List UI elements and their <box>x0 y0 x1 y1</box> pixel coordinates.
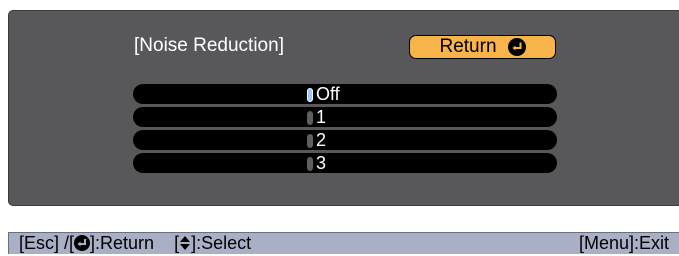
return-button-label: Return <box>439 36 497 57</box>
option-off[interactable]: Off <box>133 84 557 104</box>
menu-title: [Noise Reduction] <box>134 35 284 56</box>
noise-reduction-panel: [Noise Reduction] Return Off 1 2 3 <box>8 10 679 206</box>
select-hint: ]:Select <box>191 233 252 253</box>
radio-indicator <box>307 111 313 125</box>
option-list: Off 1 2 3 <box>133 84 557 176</box>
help-status-bar: [Esc] /[]:Return []:Select [Menu]:Exit <box>8 232 679 254</box>
navigation-hints: [Esc] /[]:Return []:Select <box>19 233 251 254</box>
option-2[interactable]: 2 <box>133 130 557 150</box>
return-button[interactable]: Return <box>409 35 556 59</box>
option-3[interactable]: 3 <box>133 153 557 173</box>
return-hint: ]:Return <box>90 233 155 253</box>
radio-indicator <box>307 157 313 171</box>
option-label: 2 <box>316 130 327 150</box>
option-1[interactable]: 1 <box>133 107 557 127</box>
option-label: 3 <box>316 153 327 173</box>
exit-hint: [Menu]:Exit <box>578 233 669 253</box>
selected-radio-indicator <box>307 88 313 102</box>
enter-icon <box>507 38 526 56</box>
radio-indicator <box>307 134 313 148</box>
esc-hint: [Esc] /[ <box>19 233 75 253</box>
option-label: 1 <box>316 107 327 127</box>
option-label: Off <box>316 84 340 104</box>
up-down-arrow-icon <box>179 235 191 251</box>
enter-icon <box>74 235 91 251</box>
